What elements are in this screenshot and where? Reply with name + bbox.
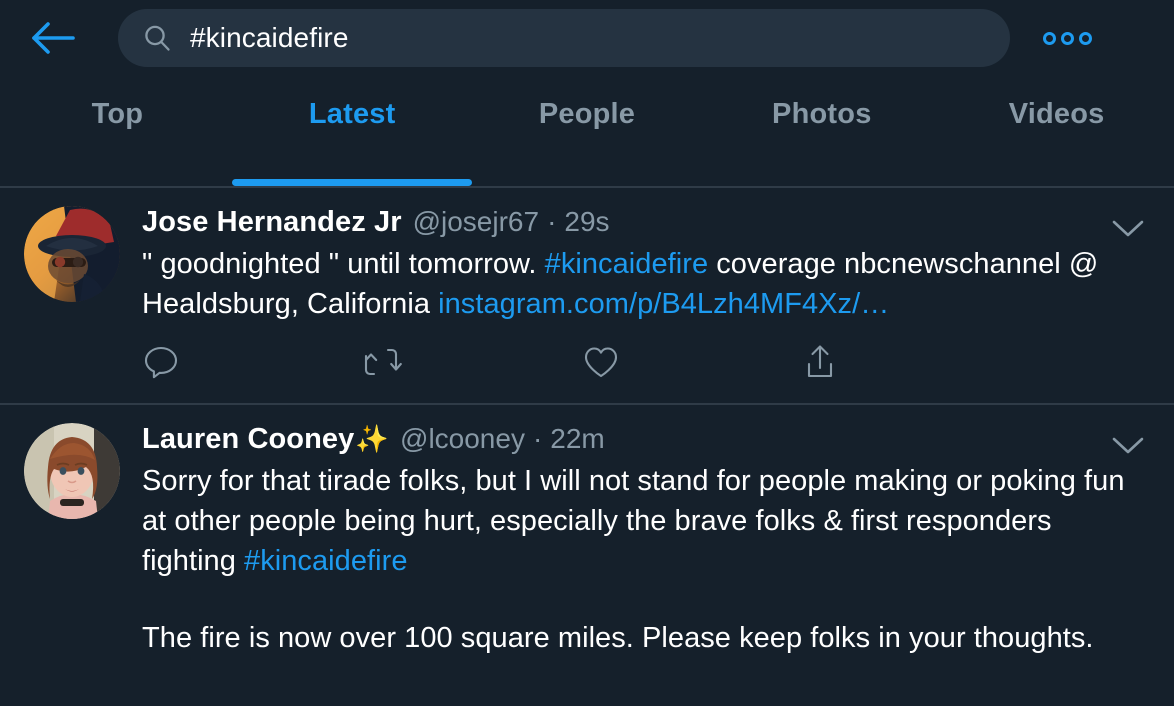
tweet-text-run: The fire is now over 100 square miles. P… xyxy=(142,622,1094,655)
more-options-icon[interactable] xyxy=(1038,15,1096,61)
retweet-icon[interactable] xyxy=(362,343,582,381)
avatar[interactable] xyxy=(24,206,120,302)
tweet-header: Lauren Cooney ✨ @lcooney · 22m xyxy=(142,423,1142,456)
tweet-meta-separator: · xyxy=(532,422,543,454)
search-icon xyxy=(142,23,172,53)
active-tab-underline xyxy=(232,179,473,186)
more-dot-1 xyxy=(1042,31,1056,45)
tab-label: Photos xyxy=(772,98,872,130)
search-field[interactable]: #kincaidefire xyxy=(118,9,1010,67)
tweet-display-name[interactable]: Jose Hernandez Jr xyxy=(142,206,402,239)
tweet-feed: Jose Hernandez Jr @josejr67 · 29s " goodnigh… xyxy=(0,188,1174,706)
tab-photos[interactable]: Photos xyxy=(704,76,939,186)
tweet-bottom-spacer xyxy=(142,659,1142,679)
chevron-down-icon[interactable] xyxy=(1108,212,1148,246)
tab-label: Top xyxy=(91,98,144,130)
twitter-search-screen: #kincaidefire Top Latest People Photos Video… xyxy=(0,0,1174,706)
more-dot-3 xyxy=(1078,31,1092,45)
reply-icon[interactable] xyxy=(142,343,362,381)
tweet-body: Jose Hernandez Jr @josejr67 · 29s " goodnigh… xyxy=(142,206,1150,403)
tweet[interactable]: Lauren Cooney ✨ @lcooney · 22m Sorry for that… xyxy=(0,405,1174,679)
tweet-text: Sorry for that tirade folks, but I will … xyxy=(142,462,1142,659)
tweet-actions xyxy=(142,343,1022,403)
tweet-display-name[interactable]: Lauren Cooney xyxy=(142,423,354,456)
tab-label: Latest xyxy=(308,98,396,130)
tweet[interactable]: Jose Hernandez Jr @josejr67 · 29s " goodnigh… xyxy=(0,188,1174,405)
tweet-timestamp[interactable]: 29s xyxy=(564,206,609,238)
tweet-meta-separator: · xyxy=(547,206,557,237)
tweet-handle[interactable]: @josejr67 xyxy=(413,206,539,238)
tab-label: People xyxy=(538,98,636,130)
search-input-value[interactable]: #kincaidefire xyxy=(190,22,349,54)
back-arrow-icon[interactable] xyxy=(26,11,80,65)
like-icon[interactable] xyxy=(582,344,802,380)
avatar[interactable] xyxy=(24,422,120,519)
more-dot-2 xyxy=(1060,31,1074,45)
tweet-link[interactable]: instagram.com/p/B4Lzh4MF4Xz/… xyxy=(438,288,889,320)
tab-people[interactable]: People xyxy=(470,76,705,186)
tweet-body: Lauren Cooney ✨ @lcooney · 22m Sorry for that… xyxy=(142,423,1150,679)
tweet-timestamp[interactable]: 22m xyxy=(550,423,604,455)
share-icon[interactable] xyxy=(802,343,1022,381)
search-tabs: Top Latest People Photos Videos xyxy=(0,76,1174,188)
tab-latest[interactable]: Latest xyxy=(232,76,473,186)
chevron-down-icon[interactable] xyxy=(1108,429,1148,463)
tab-videos[interactable]: Videos xyxy=(939,76,1174,186)
tweet-link[interactable]: #kincaidefire xyxy=(545,248,708,280)
sparkles-emoji-icon: ✨ xyxy=(355,423,390,454)
tweet-text: " goodnighted " until tomorrow. #kincaid… xyxy=(142,245,1142,324)
tweet-handle[interactable]: @lcooney xyxy=(400,423,525,455)
tab-top[interactable]: Top xyxy=(0,76,235,186)
tweet-header: Jose Hernandez Jr @josejr67 · 29s xyxy=(142,206,1142,239)
tab-label: Videos xyxy=(1008,98,1105,130)
tweet-text-run: " goodnighted " until tomorrow. xyxy=(142,248,545,281)
top-bar: #kincaidefire xyxy=(0,0,1174,76)
tweet-link[interactable]: #kincaidefire xyxy=(244,545,407,577)
